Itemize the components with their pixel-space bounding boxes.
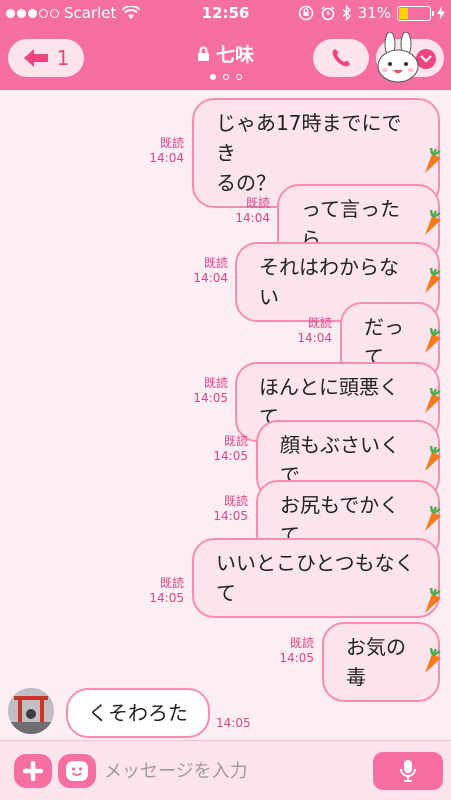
message-input[interactable]	[104, 755, 364, 787]
message-time: 14:04	[235, 211, 270, 225]
read-receipt: 既読	[289, 636, 314, 650]
battery-icon	[397, 5, 434, 21]
emoji-button[interactable]	[58, 754, 96, 788]
page-dot	[222, 74, 229, 80]
message-meta: 既読 14:04	[140, 136, 184, 166]
chat-header: 1 七味	[0, 26, 451, 90]
carrot-icon	[425, 327, 441, 353]
message-time: 14:04	[193, 271, 228, 285]
carrot-icon	[425, 505, 441, 531]
message-meta: 既読 14:05	[140, 576, 184, 606]
read-receipt: 既読	[203, 376, 228, 390]
battery-percent: 31%	[357, 4, 391, 22]
carrot-icon	[425, 267, 441, 293]
carrot-icon	[425, 587, 441, 613]
message-time: 14:05	[149, 591, 184, 605]
chat-area: 既読 14:04 じゃあ17時までにでき るの？ 既読 14:04 って言ったら…	[0, 90, 451, 740]
carrot-icon	[425, 445, 441, 471]
message-meta: 既読 14:04	[288, 316, 332, 346]
message-time: 14:05	[216, 716, 251, 730]
rotation-lock-icon	[298, 5, 313, 21]
avatar[interactable]	[8, 688, 54, 734]
read-receipt: 既読	[223, 434, 248, 448]
message-line: て	[216, 581, 236, 605]
sent-message[interactable]: いいとこひとつもなく て	[192, 538, 440, 618]
read-receipt: 既読	[307, 316, 332, 330]
message-meta: 既読 14:05	[270, 636, 314, 666]
bunny-sticker-icon	[377, 32, 419, 83]
battery-fill	[399, 7, 408, 19]
emoji-icon	[66, 761, 88, 781]
message-meta: 既読 14:05	[204, 494, 248, 524]
lock-icon	[197, 46, 209, 61]
message-meta: 既読 14:04	[226, 196, 270, 226]
message-meta: 既読 14:05	[184, 376, 228, 406]
mic-icon	[400, 760, 416, 782]
received-message[interactable]: くそわろた	[66, 688, 210, 738]
message-time: 14:05	[279, 651, 314, 665]
message-meta: 既読 14:05	[204, 434, 248, 464]
phone-icon	[332, 49, 350, 67]
carrot-icon	[425, 647, 441, 673]
page-dot	[209, 74, 216, 80]
message-line: いいとこひとつもなく	[216, 551, 415, 575]
alarm-icon	[321, 6, 335, 21]
page-dot	[235, 74, 242, 80]
carrot-icon	[425, 387, 441, 413]
message-time: 14:04	[297, 331, 332, 345]
message-time: 14:05	[213, 509, 248, 523]
read-receipt: 既読	[245, 196, 270, 210]
read-receipt: 既読	[159, 576, 184, 590]
status-right: 31%	[298, 4, 445, 22]
carrot-icon	[425, 209, 441, 235]
message-time: 14:04	[149, 151, 184, 165]
bluetooth-icon	[342, 5, 351, 21]
call-button[interactable]	[313, 39, 369, 77]
charging-icon	[437, 6, 445, 20]
status-bar: Scarlet 12:56 31%	[0, 0, 451, 26]
message-line: お気の毒	[346, 635, 406, 689]
plus-icon	[23, 761, 43, 781]
message-time: 14:05	[213, 449, 248, 463]
plus-button[interactable]	[14, 754, 52, 788]
input-bar	[0, 740, 451, 800]
mic-button[interactable]	[373, 752, 443, 790]
read-receipt: 既読	[203, 256, 228, 270]
message-meta: 既読 14:04	[184, 256, 228, 286]
chat-title-text: 七味	[215, 44, 254, 66]
message-line: じゃあ17時までにでき	[216, 111, 402, 165]
read-receipt: 既読	[223, 494, 248, 508]
read-receipt: 既読	[159, 136, 184, 150]
carrot-icon	[425, 147, 441, 173]
message-time: 14:05	[193, 391, 228, 405]
